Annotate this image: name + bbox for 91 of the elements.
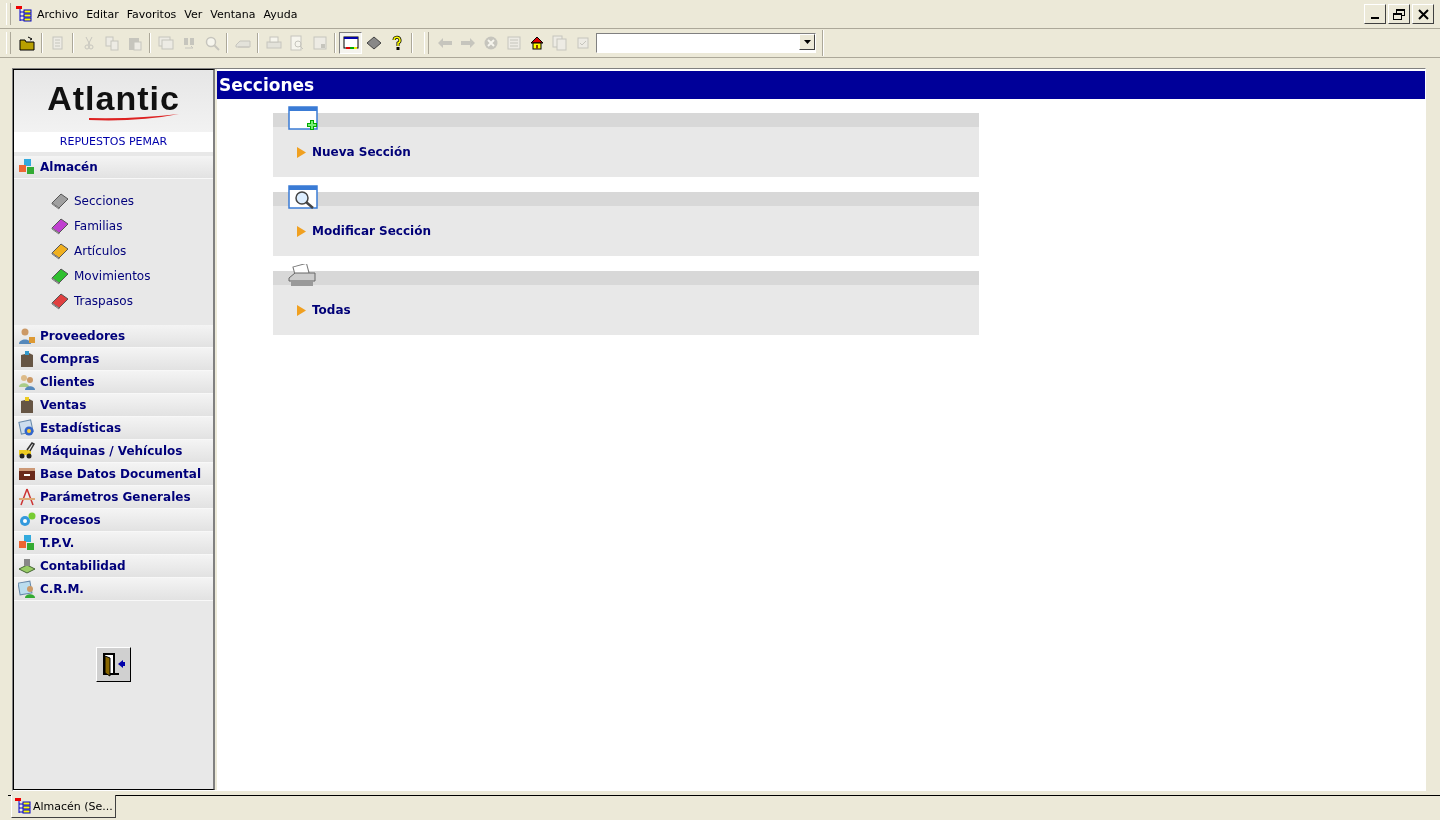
nav-section-label: C.R.M.: [40, 582, 84, 596]
nav-section[interactable]: Proveedores: [14, 325, 213, 348]
search-icon: [203, 35, 220, 51]
nav-section-label: Contabilidad: [40, 559, 126, 573]
nav-item[interactable]: Traspasos: [50, 291, 213, 311]
close-button[interactable]: [1412, 4, 1434, 24]
window-tab[interactable]: Almacén (Se...: [11, 795, 116, 818]
nav-section-label: Máquinas / Vehículos: [40, 444, 183, 458]
cubes-icon: [18, 534, 36, 552]
nav-item[interactable]: Familias: [50, 216, 213, 236]
add-window-icon: [288, 106, 319, 131]
triangle-icon: [297, 225, 306, 237]
cubes-icon: [18, 158, 36, 176]
menu-item[interactable]: Ventana: [206, 5, 260, 23]
printer-icon: [288, 264, 319, 289]
nav-item-label: Artículos: [74, 244, 127, 258]
caret-icon: [803, 40, 811, 44]
window-icon: [157, 35, 174, 51]
nav-section-label: T.P.V.: [40, 536, 75, 550]
search-window-icon: [288, 185, 319, 210]
logo: Atlantic: [47, 80, 180, 116]
company-name: REPUESTOS PEMAR: [14, 132, 213, 152]
copy-icon: [103, 35, 120, 51]
preview-icon: [288, 35, 305, 51]
restore-icon: [1393, 8, 1405, 20]
document-icon: [49, 35, 66, 51]
address-combo[interactable]: [596, 33, 816, 53]
minimize-button[interactable]: [1364, 4, 1386, 24]
nav-item-label: Secciones: [74, 194, 135, 208]
nav-section[interactable]: Contabilidad: [14, 555, 213, 578]
nav-section[interactable]: Máquinas / Vehículos: [14, 440, 213, 463]
nav-item-label: Traspasos: [74, 294, 133, 308]
nav-section[interactable]: Procesos: [14, 509, 213, 532]
diamond-icon: [365, 35, 382, 51]
nav-section-label: Ventas: [40, 398, 87, 412]
swoosh-icon: [88, 114, 179, 122]
nav-section[interactable]: Almacén: [14, 156, 213, 179]
menu-item[interactable]: Ayuda: [259, 5, 302, 23]
nav-section[interactable]: Estadísticas: [14, 417, 213, 440]
home-icon: [528, 35, 545, 51]
menu-item[interactable]: Archivo: [33, 5, 83, 23]
nav-item-label: Familias: [74, 219, 123, 233]
nav-section[interactable]: C.R.M.: [14, 578, 213, 601]
people-icon: [18, 373, 36, 391]
stop-icon: [482, 35, 499, 51]
nav-section[interactable]: Clientes: [14, 371, 213, 394]
action-link[interactable]: Todas: [297, 303, 351, 317]
nav-section-label: Procesos: [40, 513, 101, 527]
nav-item[interactable]: Movimientos: [50, 266, 213, 286]
tree-icon: [15, 5, 33, 23]
nav-section[interactable]: Parámetros Generales: [14, 486, 213, 509]
nav-section[interactable]: T.P.V.: [14, 532, 213, 555]
compass-icon: [18, 488, 36, 506]
nav-section-label: Almacén: [40, 160, 98, 174]
person-icon: [18, 327, 36, 345]
nav-section[interactable]: Compras: [14, 348, 213, 371]
exit-button[interactable]: [96, 647, 131, 682]
nav-item[interactable]: Secciones: [50, 191, 213, 211]
pages-icon: [551, 35, 568, 51]
dropdown-button[interactable]: [799, 34, 815, 50]
nav-section-label: Clientes: [40, 375, 95, 389]
nav-section-label: Base Datos Documental: [40, 467, 202, 481]
nav-section-label: Proveedores: [40, 329, 126, 343]
triangle-icon: [297, 146, 306, 158]
action-label: Todas: [312, 303, 351, 317]
drawer-icon: [18, 465, 36, 483]
nav-item-label: Movimientos: [74, 269, 151, 283]
checklist-icon: [574, 35, 591, 51]
nav-section-label: Compras: [40, 352, 100, 366]
nav-section-label: Parámetros Generales: [40, 490, 191, 504]
forward-arrow-icon: [459, 35, 476, 51]
monitor-icon: [342, 35, 359, 51]
close-icon: [1417, 8, 1429, 20]
nav-section-label: Estadísticas: [40, 421, 122, 435]
page-title: Secciones: [217, 71, 1425, 99]
page-icon: [505, 35, 522, 51]
restore-button[interactable]: [1388, 4, 1410, 24]
menu-item[interactable]: Ver: [180, 5, 207, 23]
nav-item[interactable]: Artículos: [50, 241, 213, 261]
nav-section[interactable]: Base Datos Documental: [14, 463, 213, 486]
menu-item[interactable]: Editar: [82, 5, 123, 23]
printer-icon: [265, 35, 282, 51]
contact-icon: [18, 580, 36, 598]
toolbar-button[interactable]: [339, 32, 362, 54]
door-icon: [101, 651, 126, 678]
tree-icon: [14, 797, 32, 815]
minimize-icon: [1371, 17, 1379, 19]
triangle-icon: [297, 304, 306, 316]
nav-section[interactable]: Ventas: [14, 394, 213, 417]
paste-icon: [126, 35, 143, 51]
menu-item[interactable]: Favoritos: [122, 5, 181, 23]
